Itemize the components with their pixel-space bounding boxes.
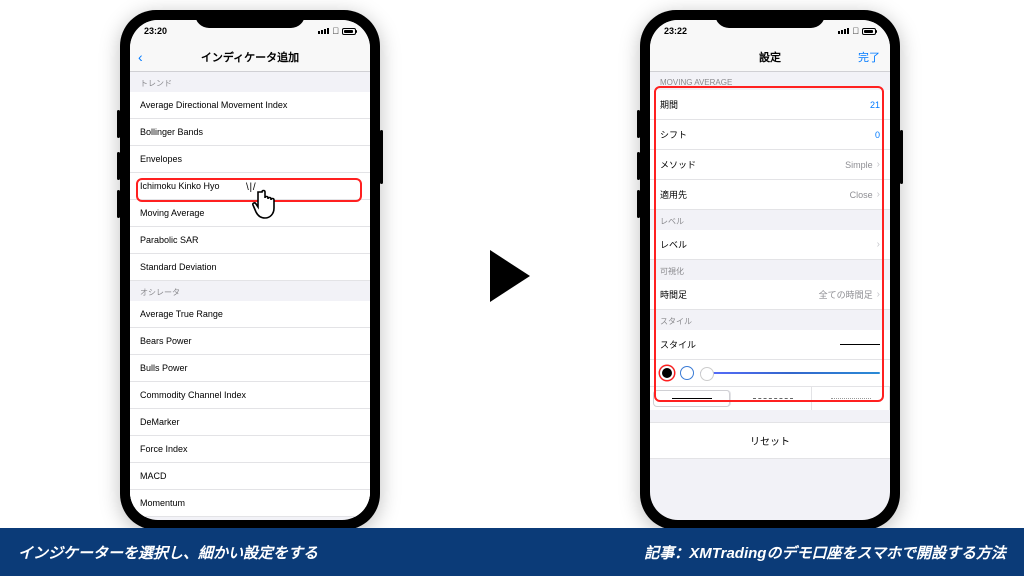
indicator-row-adx[interactable]: Average Directional Movement Index — [130, 92, 370, 119]
wifi-icon: 􀙇 — [852, 26, 859, 36]
indicator-row-moving-average[interactable]: Moving Average — [130, 200, 370, 227]
battery-icon — [862, 28, 876, 35]
status-icons: 􀙇 — [838, 26, 876, 36]
line-style-solid[interactable] — [653, 390, 731, 407]
indicator-row-parabolic[interactable]: Parabolic SAR — [130, 227, 370, 254]
indicator-row-envelopes[interactable]: Envelopes — [130, 146, 370, 173]
line-style-segmented[interactable] — [650, 386, 890, 410]
indicator-row-bulls[interactable]: Bulls Power — [130, 355, 370, 382]
style-picker — [650, 360, 890, 386]
color-swatch-selected[interactable] — [660, 366, 674, 380]
status-icons: 􀙇 — [318, 26, 356, 36]
section-header-style: スタイル — [650, 310, 890, 330]
done-button[interactable]: 完了 — [858, 49, 880, 65]
arrow-icon — [490, 250, 530, 302]
nav-title: インディケータ追加 — [201, 49, 299, 65]
status-time: 23:22 — [664, 26, 687, 36]
chevron-right-icon: › — [877, 289, 880, 300]
battery-icon — [342, 28, 356, 35]
signal-icon — [318, 28, 329, 34]
phone-left: 23:20 􀙇 ‹ インディケータ追加 トレンド Average Directi… — [120, 10, 380, 530]
indicator-row-stddev[interactable]: Standard Deviation — [130, 254, 370, 281]
style-preview-line — [840, 344, 880, 345]
status-time: 23:20 — [144, 26, 167, 36]
notch — [715, 10, 825, 28]
back-button[interactable]: ‹ — [138, 49, 143, 65]
row-method[interactable]: メソッド Simple› — [650, 150, 890, 180]
footer-banner: インジケーターを選択し、細かい設定をする 記事：XMTradingのデモ口座をス… — [0, 528, 1024, 576]
row-style[interactable]: スタイル — [650, 330, 890, 360]
row-timeframe[interactable]: 時間足 全ての時間足› — [650, 280, 890, 310]
chevron-right-icon: › — [877, 189, 880, 200]
notch — [195, 10, 305, 28]
line-style-dashed[interactable] — [734, 387, 812, 410]
indicator-row-demarker[interactable]: DeMarker — [130, 409, 370, 436]
section-header-oscillator: オシレータ — [130, 281, 370, 301]
chevron-right-icon: › — [877, 159, 880, 170]
nav-bar: 設定 完了 — [650, 42, 890, 72]
nav-bar: ‹ インディケータ追加 — [130, 42, 370, 72]
footer-left-text: インジケーターを選択し、細かい設定をする — [18, 542, 318, 563]
section-header-trend: トレンド — [130, 72, 370, 92]
section-header-viz: 可視化 — [650, 260, 890, 280]
screen-right: 23:22 􀙇 設定 完了 MOVING AVERAGE 期間 21 シフト 0 — [650, 20, 890, 520]
indicator-row-macd[interactable]: MACD — [130, 463, 370, 490]
chevron-right-icon: › — [877, 239, 880, 250]
line-style-dotted[interactable] — [812, 387, 890, 410]
indicator-row-force[interactable]: Force Index — [130, 436, 370, 463]
signal-icon — [838, 28, 849, 34]
indicator-row-bears[interactable]: Bears Power — [130, 328, 370, 355]
nav-title: 設定 — [759, 49, 781, 65]
indicator-row-atr[interactable]: Average True Range — [130, 301, 370, 328]
footer-right-text: 記事：XMTradingのデモ口座をスマホで開設する方法 — [644, 542, 1006, 563]
thickness-slider[interactable] — [700, 372, 880, 374]
row-levels[interactable]: レベル › — [650, 230, 890, 260]
phone-right: 23:22 􀙇 設定 完了 MOVING AVERAGE 期間 21 シフト 0 — [640, 10, 900, 530]
indicator-row-cci[interactable]: Commodity Channel Index — [130, 382, 370, 409]
reset-button[interactable]: リセット — [650, 422, 890, 459]
indicator-row-bollinger[interactable]: Bollinger Bands — [130, 119, 370, 146]
section-header-levels: レベル — [650, 210, 890, 230]
row-period[interactable]: 期間 21 — [650, 90, 890, 120]
section-header-ma: MOVING AVERAGE — [650, 72, 890, 90]
row-apply[interactable]: 適用先 Close› — [650, 180, 890, 210]
indicator-row-momentum[interactable]: Momentum — [130, 490, 370, 517]
row-shift[interactable]: シフト 0 — [650, 120, 890, 150]
screen-left: 23:20 􀙇 ‹ インディケータ追加 トレンド Average Directi… — [130, 20, 370, 520]
indicator-row-ichimoku[interactable]: Ichimoku Kinko Hyo — [130, 173, 370, 200]
color-swatch[interactable] — [680, 366, 694, 380]
wifi-icon: 􀙇 — [332, 26, 339, 36]
